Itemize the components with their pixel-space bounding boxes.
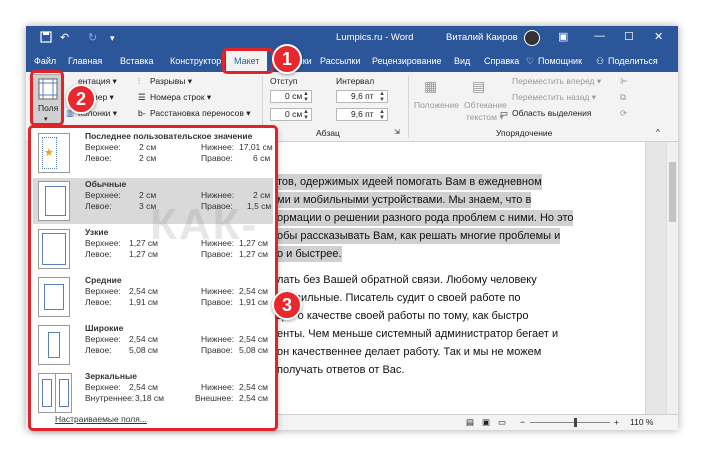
maximize-icon[interactable]: ☐ bbox=[624, 30, 634, 43]
arrange-group-label: Упорядочение bbox=[496, 128, 553, 138]
indent-right-field[interactable]: 0 см ▲ ▼ bbox=[270, 108, 312, 121]
spinner-icon[interactable]: ▲ ▼ bbox=[303, 109, 309, 121]
hyphenation-button[interactable]: Расстановка переносов ▾ bbox=[150, 108, 251, 119]
save-icon[interactable] bbox=[40, 31, 52, 46]
paragraph-line: получать ответов от Вас. bbox=[277, 364, 405, 376]
dialog-launcher-icon[interactable]: ⇲ bbox=[394, 128, 400, 136]
group-separator bbox=[408, 76, 409, 138]
paragraph-line: он качественнее делает работу. Так и мы … bbox=[277, 346, 542, 358]
tab-file[interactable]: Файл bbox=[34, 56, 56, 66]
tab-design[interactable]: Конструктор bbox=[170, 56, 221, 66]
tab-help[interactable]: Справка bbox=[484, 56, 519, 66]
spinner-icon[interactable]: ▲ ▼ bbox=[303, 91, 309, 103]
paragraph-line: ормации о решении разного рода проблем с… bbox=[277, 210, 574, 226]
wrap-text-label: текстом ▾ bbox=[466, 112, 504, 122]
document-title: Lumpics.ru - Word bbox=[336, 32, 414, 43]
indent-left-value: 0 см bbox=[285, 91, 303, 101]
spacing-label: Интервал bbox=[336, 76, 375, 86]
paragraph-line: ми и мобильными устройствами. Мы знаем, … bbox=[277, 192, 532, 208]
breaks-button[interactable]: Разрывы ▾ bbox=[150, 76, 192, 87]
paragraph-line: обы рассказывать Вам, как решать многие … bbox=[277, 228, 561, 244]
paragraph-line: правильные. Писатель судит о своей работ… bbox=[277, 292, 521, 304]
position-button[interactable]: Положение bbox=[414, 100, 459, 110]
ribbon-display-icon[interactable]: ▣ bbox=[558, 30, 568, 43]
spacing-before-field[interactable]: 9,6 пт ▲ ▼ bbox=[336, 90, 388, 103]
avatar[interactable] bbox=[524, 30, 540, 46]
customize-qat-icon[interactable]: ▾ bbox=[110, 33, 115, 44]
bring-forward-button[interactable]: Переместить вперед ▾ bbox=[512, 76, 601, 87]
zoom-out-icon[interactable]: − bbox=[520, 417, 525, 427]
title-bar: ↶ ↻ ▾ Lumpics.ru - Word Виталий Каиров ▣… bbox=[26, 26, 678, 50]
minimize-icon[interactable]: — bbox=[594, 30, 605, 42]
tab-view[interactable]: Вид bbox=[454, 56, 470, 66]
vertical-scrollbar[interactable] bbox=[666, 142, 678, 414]
share-button[interactable]: Поделиться bbox=[608, 56, 658, 66]
paragraph-group-label: Абзац bbox=[316, 128, 340, 138]
zoom-level[interactable]: 110 % bbox=[630, 417, 653, 427]
spacing-after-field[interactable]: 9,6 пт ▲ ▼ bbox=[336, 108, 388, 121]
tab-home[interactable]: Главная bbox=[68, 56, 102, 66]
zoom-slider-thumb[interactable] bbox=[574, 418, 577, 427]
user-name[interactable]: Виталий Каиров bbox=[446, 32, 518, 43]
highlight-margins-button bbox=[30, 70, 64, 126]
hyphenation-icon: b- bbox=[138, 108, 146, 118]
zoom-in-icon[interactable]: + bbox=[614, 417, 619, 427]
send-backward-button[interactable]: Переместить назад ▾ bbox=[512, 92, 596, 103]
ribbon-tabs: Файл Главная Вставка Конструктор Макет С… bbox=[26, 50, 678, 72]
paragraph-line: лать без Вашей обратной связи. Любому че… bbox=[277, 274, 537, 286]
scrollbar-thumb[interactable] bbox=[669, 162, 676, 222]
undo-icon[interactable]: ↶ bbox=[60, 31, 69, 44]
highlight-margins-menu bbox=[28, 125, 278, 431]
breaks-icon: ⫶ bbox=[138, 76, 141, 86]
position-icon: ▦ bbox=[424, 78, 438, 94]
share-icon: ⚇ bbox=[596, 56, 605, 66]
read-mode-icon[interactable]: ▤ bbox=[466, 417, 474, 428]
paragraph-line: о и быстрее. bbox=[277, 246, 342, 262]
selection-pane-icon: ▭ bbox=[500, 108, 509, 118]
spinner-icon[interactable]: ▲ ▼ bbox=[379, 109, 385, 121]
step-badge-3: 3 bbox=[272, 290, 302, 320]
step-badge-2: 2 bbox=[66, 84, 96, 114]
rotate-icon[interactable]: ⟳ bbox=[620, 108, 627, 119]
highlight-layout-tab bbox=[222, 48, 274, 74]
line-numbers-button[interactable]: Номера строк ▾ bbox=[150, 92, 211, 103]
paragraph-line: дит о качестве своей работы по тому, как… bbox=[277, 310, 529, 322]
collapse-ribbon-icon[interactable]: ^ bbox=[656, 128, 660, 137]
spacing-before-value: 9,6 пт bbox=[351, 91, 374, 101]
spacing-after-value: 9,6 пт bbox=[351, 109, 374, 119]
lightbulb-icon: ♡ bbox=[526, 56, 535, 66]
selection-pane-button[interactable]: Область выделения bbox=[512, 108, 591, 118]
line-numbers-icon: ☰ bbox=[138, 92, 146, 102]
web-layout-icon[interactable]: ▭ bbox=[498, 417, 506, 428]
paragraph-line: тов, одержимых идеей помогать Вам в ежед… bbox=[277, 174, 542, 190]
redo-icon[interactable]: ↻ bbox=[88, 31, 97, 44]
group-icon[interactable]: ⧉ bbox=[620, 92, 626, 103]
wrap-text-icon: ▤ bbox=[472, 78, 486, 94]
print-layout-icon[interactable]: ▣ bbox=[482, 417, 490, 428]
tab-review[interactable]: Рецензирование bbox=[372, 56, 442, 66]
step-badge-1: 1 bbox=[272, 44, 302, 74]
tell-me-button[interactable]: Помощник bbox=[538, 56, 582, 66]
paragraph-line: енты. Чем меньше системный администратор… bbox=[277, 328, 559, 340]
indent-right-value: 0 см bbox=[285, 109, 303, 119]
spinner-icon[interactable]: ▲ ▼ bbox=[379, 91, 385, 103]
close-icon[interactable]: ✕ bbox=[654, 30, 663, 43]
indent-label: Отступ bbox=[270, 76, 298, 86]
zoom-slider[interactable] bbox=[530, 422, 610, 423]
tab-insert[interactable]: Вставка bbox=[120, 56, 153, 66]
align-icon[interactable]: ⊫ bbox=[620, 76, 627, 87]
tab-mailings[interactable]: Рассылки bbox=[320, 56, 360, 66]
indent-left-field[interactable]: 0 см ▲ ▼ bbox=[270, 90, 312, 103]
